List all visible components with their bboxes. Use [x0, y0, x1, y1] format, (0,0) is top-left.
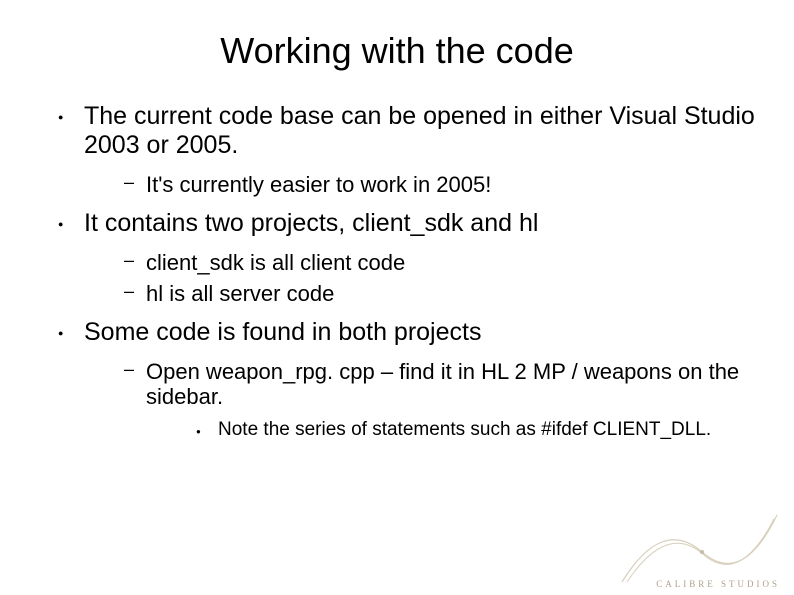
list-item: The current code base can be opened in e…: [58, 102, 764, 197]
bullet-text: Note the series of statements such as #i…: [218, 419, 711, 440]
bullet-text: It contains two projects, client_sdk and…: [84, 209, 538, 237]
list-item: It contains two projects, client_sdk and…: [58, 209, 764, 306]
list-item: client_sdk is all client code: [124, 250, 764, 275]
calibre-logo-icon: [602, 507, 782, 587]
bullet-text: client_sdk is all client code: [146, 250, 405, 275]
list-item: hl is all server code: [124, 281, 764, 306]
logo-text: CALIBRE STUDIOS: [656, 579, 780, 589]
bullet-text: The current code base can be opened in e…: [84, 102, 755, 159]
bullet-text: Some code is found in both projects: [84, 318, 481, 346]
bullet-text: hl is all server code: [146, 281, 334, 306]
bullet-text: Open weapon_rpg. cpp – find it in HL 2 M…: [146, 359, 739, 409]
bullet-text: It's currently easier to work in 2005!: [146, 172, 491, 197]
sub-sub-list: Note the series of statements such as #i…: [146, 419, 764, 442]
list-item: Some code is found in both projects Open…: [58, 318, 764, 442]
list-item: Note the series of statements such as #i…: [196, 419, 764, 442]
sub-list: client_sdk is all client code hl is all …: [84, 250, 764, 307]
slide-title: Working with the code: [30, 30, 764, 72]
slide: Working with the code The current code b…: [0, 0, 794, 474]
list-item: It's currently easier to work in 2005!: [124, 172, 764, 197]
list-item: Open weapon_rpg. cpp – find it in HL 2 M…: [124, 359, 764, 442]
sub-list: Open weapon_rpg. cpp – find it in HL 2 M…: [84, 359, 764, 442]
bullet-list: The current code base can be opened in e…: [30, 102, 764, 442]
sub-list: It's currently easier to work in 2005!: [84, 172, 764, 197]
